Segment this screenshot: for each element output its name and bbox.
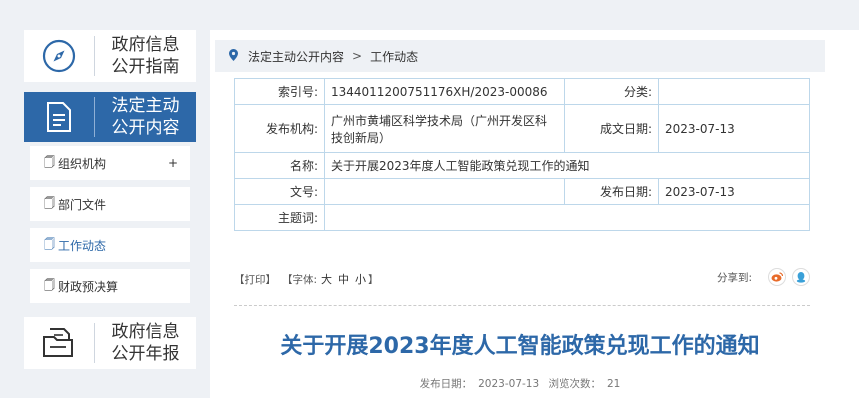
- weibo-share-icon[interactable]: [768, 268, 786, 286]
- share-label: 分享到:: [716, 271, 752, 284]
- publisher-label: 发布机构:: [234, 104, 325, 153]
- report-card-title: 政府信息 公开年报: [95, 321, 196, 365]
- sidebar-item-label: 部门文件: [58, 197, 107, 212]
- sidebar-item-department-files[interactable]: 🗍 部门文件: [30, 187, 190, 221]
- view-count-label: 浏览次数：: [548, 378, 602, 390]
- document-meta-table: 索引号: 1344011200751176XH/2023-00086 分类: 发…: [234, 78, 810, 231]
- breadcrumb-link-updates[interactable]: 工作动态: [370, 48, 418, 65]
- report-title-line1: 政府信息: [111, 322, 180, 342]
- sidebar-item-work-updates[interactable]: 🗍 工作动态: [30, 228, 190, 262]
- file-icon: 🗍: [44, 196, 55, 210]
- font-size-suffix: 】: [368, 273, 379, 286]
- publisher-value: 广州市黄埔区科学技术局（广州开发区科技创新局）: [324, 104, 565, 153]
- category-value: [658, 78, 810, 105]
- sidebar-item-label: 组织机构: [58, 156, 107, 171]
- active-content-card[interactable]: 法定主动 公开内容: [24, 92, 196, 142]
- published-date-label: 发布日期:: [564, 178, 659, 205]
- subject-value: [324, 204, 810, 231]
- share-bar: 分享到:: [717, 268, 810, 286]
- font-size-label: 【字体:: [282, 273, 318, 286]
- table-row: 文号: 发布日期: 2023-07-13: [234, 178, 810, 205]
- article-title: 关于开展2023年度人工智能政策兑现工作的通知: [280, 334, 760, 359]
- guide-title-line2: 公开指南: [111, 57, 180, 77]
- active-card-title: 法定主动 公开内容: [95, 95, 196, 139]
- sidebar-item-label: 工作动态: [58, 238, 107, 253]
- subject-label: 主题词:: [234, 204, 325, 231]
- report-title-line2: 公开年报: [111, 344, 180, 364]
- view-count-value: 21: [607, 378, 621, 390]
- table-row: 发布机构: 广州市黄埔区科学技术局（广州开发区科技创新局） 成文日期: 2023…: [234, 104, 810, 153]
- sidebar-menu: 🗍 组织机构 + 🗍 部门文件 🗍 工作动态 🗍 财政预决算: [24, 142, 196, 309]
- guide-card-title: 政府信息 公开指南: [95, 34, 196, 78]
- file-icon: 🗍: [44, 237, 55, 251]
- annual-report-card[interactable]: 政府信息 公开年报: [24, 317, 196, 369]
- table-row: 主题词:: [234, 204, 810, 231]
- article-toolbar: 【打印】 【字体: 大 中 小 】 分享到:: [234, 268, 810, 290]
- doc-number-label: 文号:: [234, 178, 325, 205]
- qq-share-icon[interactable]: [792, 268, 810, 286]
- index-label: 索引号:: [234, 78, 325, 105]
- table-row: 名称: 关于开展2023年度人工智能政策兑现工作的通知: [234, 152, 810, 179]
- expand-icon[interactable]: +: [168, 156, 178, 170]
- name-value: 关于开展2023年度人工智能政策兑现工作的通知: [324, 152, 810, 179]
- main-content: 法定主动公开内容 > 工作动态 索引号: 1344011200751176XH/…: [210, 30, 859, 398]
- index-value: 1344011200751176XH/2023-00086: [324, 78, 565, 105]
- breadcrumb-link-content[interactable]: 法定主动公开内容: [248, 48, 344, 65]
- compass-icon: [24, 39, 94, 73]
- file-icon: 🗍: [44, 278, 55, 292]
- sidebar-item-label: 财政预决算: [58, 279, 119, 294]
- table-row: 索引号: 1344011200751176XH/2023-00086 分类:: [234, 78, 810, 105]
- created-date-label: 成文日期:: [564, 104, 659, 153]
- file-icon: 🗍: [44, 155, 55, 169]
- print-link[interactable]: 【打印】: [234, 272, 276, 287]
- publish-date-label: 发布日期：: [419, 378, 473, 390]
- published-date-value: 2023-07-13: [658, 178, 810, 205]
- location-pin-icon: [229, 48, 238, 64]
- publish-date-value: 2023-07-13: [478, 378, 540, 390]
- breadcrumb-separator: >: [352, 49, 363, 63]
- folder-document-icon: [24, 327, 94, 359]
- doc-number-value: [324, 178, 565, 205]
- created-date-value: 2023-07-13: [658, 104, 810, 153]
- name-label: 名称:: [234, 152, 325, 179]
- active-title-line2: 公开内容: [111, 118, 180, 138]
- sidebar-item-budget[interactable]: 🗍 财政预决算: [30, 269, 190, 303]
- guide-title-line1: 政府信息: [111, 35, 180, 55]
- sidebar: 政府信息 公开指南 法定主动 公开内容 🗍 组织机构 + 🗍 部门文件 🗍 工作…: [24, 30, 196, 369]
- guide-card[interactable]: 政府信息 公开指南: [24, 30, 196, 82]
- document-icon: [24, 101, 94, 133]
- breadcrumb: 法定主动公开内容 > 工作动态: [215, 40, 825, 72]
- sidebar-item-organization[interactable]: 🗍 组织机构 +: [30, 146, 190, 180]
- font-small-link[interactable]: 小: [355, 271, 366, 287]
- font-large-link[interactable]: 大: [321, 271, 332, 287]
- category-label: 分类:: [564, 78, 659, 105]
- active-title-line1: 法定主动: [111, 96, 180, 116]
- divider: [234, 305, 810, 306]
- article-publish-info: 发布日期： 2023-07-13 浏览次数： 21: [210, 376, 830, 391]
- font-medium-link[interactable]: 中: [338, 271, 349, 287]
